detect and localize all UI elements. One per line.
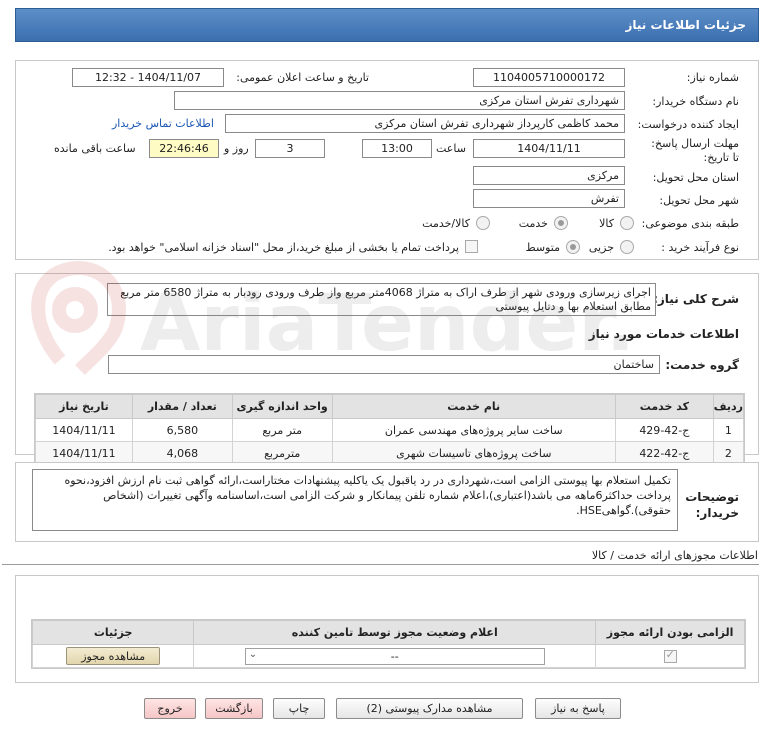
cell-unit: متر مربع — [231, 418, 333, 442]
process-type-label: نوع فرآیند خرید : — [661, 241, 739, 254]
col-unit: واحد اندازه گیری — [231, 394, 333, 419]
services-table: ردیف کد خدمت نام خدمت واحد اندازه گیری ت… — [35, 394, 745, 465]
announce-datetime-label: تاریخ و ساعت اعلان عمومی: — [236, 71, 369, 84]
general-desc-box: اجرای زیرسازی ورودی شهر از طرف اراک به م… — [107, 283, 656, 316]
time-label: ساعت — [436, 142, 466, 155]
announce-datetime-field: 1404/11/07 - 12:32 — [72, 68, 224, 87]
cell-date: 1404/11/11 — [35, 418, 133, 442]
general-desc-label: شرح کلی نیاز: — [653, 292, 739, 306]
category-option-goods-service[interactable]: کالا/خدمت — [405, 215, 490, 231]
category-goods-service-radio[interactable] — [476, 216, 490, 230]
cell-code: ج-42-429 — [614, 418, 714, 442]
table-row: ✓ -- ⌄ مشاهده مجوز — [31, 644, 745, 668]
page-title-bar: جزئیات اطلاعات نیاز — [15, 8, 759, 42]
buyer-notes-box: تکمیل استعلام بها پیوستی الزامی است،شهرد… — [32, 469, 678, 531]
services-table-wrap: ردیف کد خدمت نام خدمت واحد اندازه گیری ت… — [34, 393, 745, 466]
category-option-service[interactable]: خدمت — [498, 215, 568, 231]
col-permit-required: الزامی بودن ارائه مجوز — [595, 620, 745, 645]
category-option-goods[interactable]: کالا — [580, 215, 634, 231]
remaining-time-field: 22:46:46 — [149, 139, 219, 158]
category-service-radio[interactable] — [554, 216, 568, 230]
permits-table: الزامی بودن ارائه مجوز اعلام وضعیت مجوز … — [31, 620, 745, 668]
permit-status-cell: -- ⌄ — [193, 644, 597, 668]
col-permit-details: جزئیات — [31, 620, 195, 645]
city-label: شهر محل تحویل: — [659, 194, 739, 207]
col-row: ردیف — [712, 394, 745, 419]
contact-buyer-link[interactable]: اطلاعات تماس خریدار — [112, 117, 214, 130]
buyer-notes-label-text: توضیحات خریدار: — [685, 490, 739, 520]
process-medium-label: متوسط — [525, 241, 560, 254]
col-name: نام خدمت — [331, 394, 616, 419]
permit-required-checkbox: ✓ — [663, 647, 677, 663]
general-desc-text: اجرای زیرسازی ورودی شهر از طرف اراک به م… — [120, 286, 651, 313]
need-number-field: 1104005710000172 — [473, 68, 625, 87]
permits-table-header: الزامی بودن ارائه مجوز اعلام وضعیت مجوز … — [31, 620, 745, 645]
page-title: جزئیات اطلاعات نیاز — [625, 18, 746, 32]
col-permit-status: اعلام وضعیت مجوز توسط تامین کننده — [193, 620, 597, 645]
process-minor-label: جزیی — [588, 241, 614, 254]
buyer-org-label: نام دستگاه خریدار: — [652, 95, 739, 108]
treasury-note: پرداخت تمام یا بخشی از مبلغ خرید،از محل … — [108, 241, 459, 254]
category-goods-service-label: کالا/خدمت — [422, 217, 470, 230]
table-row: 1 ج-42-429 ساخت سایر پروژه‌های مهندسی عم… — [35, 418, 745, 442]
print-button[interactable]: چاپ — [273, 698, 325, 719]
service-group-field: ساختمان — [108, 355, 660, 374]
permits-table-wrap: الزامی بودن ارائه مجوز اعلام وضعیت مجوز … — [31, 619, 746, 669]
check-icon: ✓ — [665, 647, 675, 661]
permit-status-value: -- — [390, 649, 399, 663]
process-option-minor[interactable]: جزیی — [580, 239, 634, 255]
category-goods-label: کالا — [599, 217, 614, 230]
category-goods-radio[interactable] — [620, 216, 634, 230]
buyer-notes-text: تکمیل استعلام بها پیوستی الزامی است،شهرد… — [64, 474, 671, 517]
permit-required-cell: ✓ — [595, 644, 745, 668]
service-group-label: گروه خدمت: — [665, 358, 739, 372]
permits-divider — [2, 564, 759, 565]
deadline-label: مهلت ارسال پاسخ: تا تاریخ: — [647, 137, 739, 165]
services-table-header: ردیف کد خدمت نام خدمت واحد اندازه گیری ت… — [35, 394, 745, 419]
category-service-label: خدمت — [518, 217, 548, 230]
category-label: طبقه بندی موضوعی: — [641, 217, 739, 230]
buyer-notes-label: توضیحات خریدار: — [681, 489, 739, 521]
services-info-title: اطلاعات خدمات مورد نیاز — [588, 327, 739, 341]
day-and-label: روز و — [224, 142, 249, 155]
exit-button[interactable]: خروج — [144, 698, 196, 719]
back-button[interactable]: بازگشت — [205, 698, 263, 719]
remaining-label: ساعت باقی مانده — [54, 142, 136, 155]
deadline-time-field: 13:00 — [362, 139, 432, 158]
process-medium-radio[interactable] — [566, 240, 580, 254]
city-field: تفرش — [473, 189, 625, 208]
buyer-org-field: شهرداری تفرش استان مرکزی — [174, 91, 625, 110]
province-field: مرکزی — [473, 166, 625, 185]
permit-status-select[interactable]: -- ⌄ — [244, 647, 545, 665]
col-qty: تعداد / مقدار — [131, 394, 233, 419]
cell-row: 1 — [712, 418, 745, 442]
reply-button[interactable]: پاسخ به نیاز — [535, 698, 621, 719]
process-option-medium[interactable]: متوسط — [505, 239, 580, 255]
need-number-label: شماره نیاز: — [686, 71, 739, 84]
days-field: 3 — [255, 139, 325, 158]
cell-qty: 6,580 — [131, 418, 233, 442]
process-minor-radio[interactable] — [620, 240, 634, 254]
cell-name: ساخت سایر پروژه‌های مهندسی عمران — [331, 418, 616, 442]
view-permit-button[interactable]: مشاهده مجوز — [66, 647, 161, 665]
treasury-checkbox[interactable] — [465, 240, 478, 253]
col-date: تاریخ نیاز — [35, 394, 133, 419]
permits-title: اطلاعات مجوزهای ارائه خدمت / کالا — [591, 549, 758, 562]
deadline-date-field: 1404/11/11 — [473, 139, 625, 158]
chevron-down-icon: ⌄ — [248, 648, 258, 660]
requester-field: محمد کاظمی کارپرداز شهرداری تفرش استان م… — [225, 114, 625, 133]
province-label: استان محل تحویل: — [652, 171, 739, 184]
deadline-label-text: مهلت ارسال پاسخ: تا تاریخ: — [651, 137, 739, 164]
permit-details-cell: مشاهده مجوز — [31, 644, 195, 668]
col-code: کد خدمت — [614, 394, 714, 419]
requester-label: ایجاد کننده درخواست: — [637, 118, 739, 131]
attachments-button[interactable]: مشاهده مدارک پیوستی (2) — [336, 698, 523, 719]
